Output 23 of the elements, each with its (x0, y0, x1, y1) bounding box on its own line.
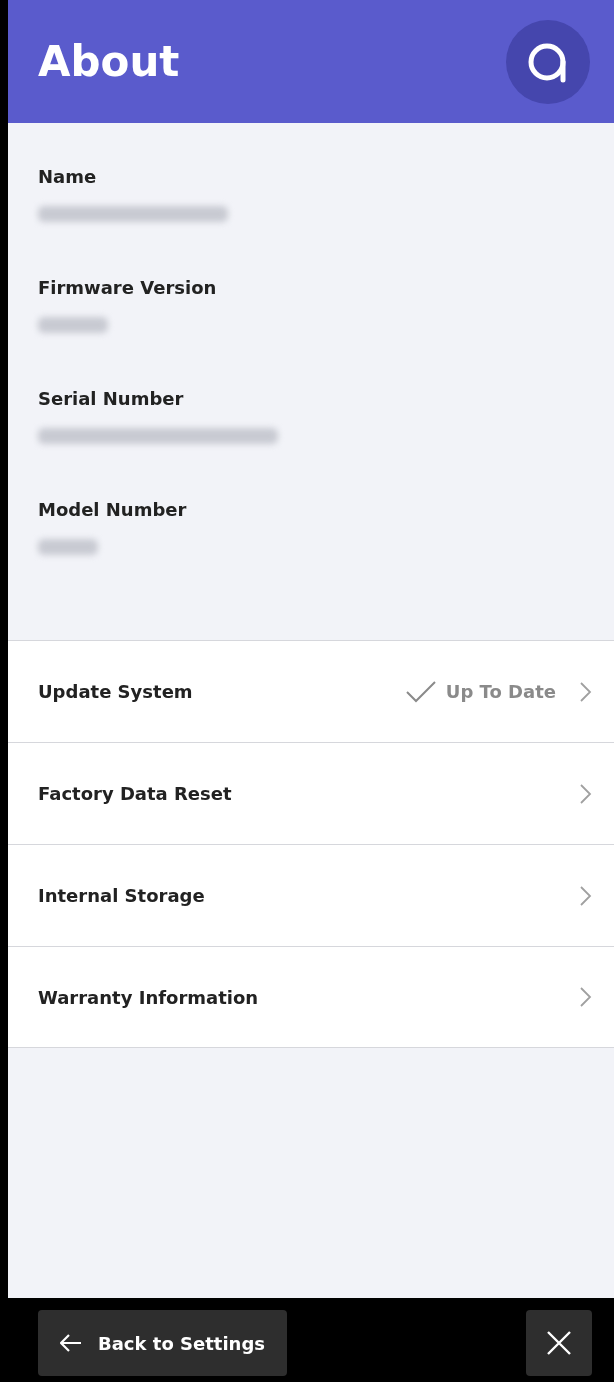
close-icon (546, 1330, 572, 1356)
close-button[interactable] (526, 1310, 592, 1376)
menu-label: Update System (38, 680, 193, 704)
field-label: Model Number (38, 498, 188, 522)
menu-label: Internal Storage (38, 884, 205, 908)
field-label: Name (38, 165, 98, 189)
chevron-right-icon (580, 885, 592, 906)
menu-row[interactable]: Internal Storage (8, 844, 614, 946)
field-label: Serial Number (38, 387, 185, 411)
chevron-right-icon (580, 681, 592, 702)
page-title: About (38, 36, 180, 88)
checkmark-icon (405, 680, 436, 703)
arrow-left-icon (60, 1334, 82, 1352)
menu-row[interactable]: Warranty Information (8, 946, 614, 1048)
menu-row[interactable]: Factory Data Reset (8, 742, 614, 844)
chevron-right-icon (580, 987, 592, 1007)
status-text: Up To Date (445, 680, 556, 704)
back-button[interactable]: Back to Settings (38, 1310, 287, 1376)
field-label: Firmware Version (38, 276, 218, 300)
chevron-right-icon (580, 783, 592, 804)
menu-label: Warranty Information (38, 985, 259, 1010)
menu-row[interactable]: Update System Up To Date (8, 640, 614, 742)
menu-label: Factory Data Reset (38, 782, 232, 806)
